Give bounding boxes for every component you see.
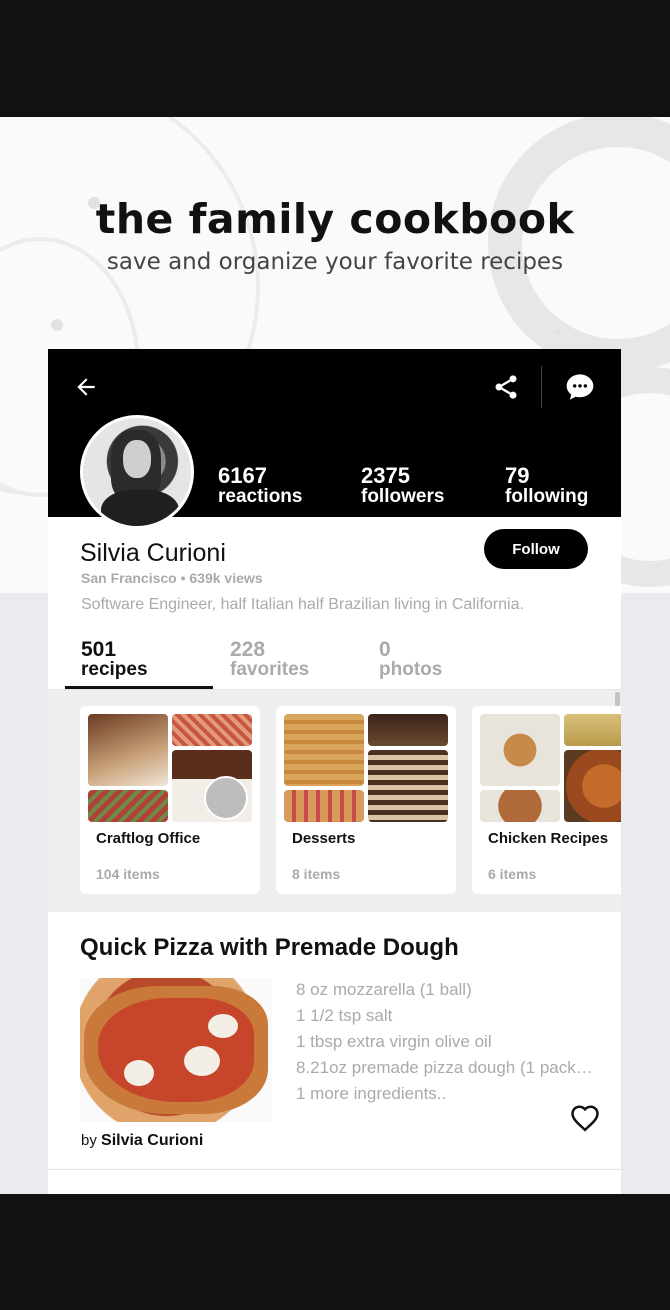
collection-title: Craftlog Office [96, 830, 201, 847]
pizza-sauce [98, 998, 254, 1102]
ingredient-line: 1 tbsp extra virgin olive oil [296, 1032, 492, 1051]
collection-title: Chicken Recipes [488, 830, 609, 847]
pizza-cheese [124, 1060, 154, 1086]
avatar-face [123, 440, 151, 478]
tab-photos[interactable]: 0 photos [363, 639, 511, 689]
back-button[interactable] [68, 369, 104, 405]
collection-card[interactable]: Desserts 8 items [276, 706, 456, 894]
collection-thumbnail [88, 714, 168, 786]
arrow-left-icon [77, 378, 95, 396]
stat-followers[interactable]: 2375 followers [361, 465, 444, 507]
collections-carousel[interactable]: Craftlog Office 104 items Desserts 8 ite… [48, 690, 621, 912]
pizza-cheese [184, 1046, 220, 1076]
heart-outline-icon [571, 1105, 599, 1132]
pizza-cheese [208, 1014, 238, 1038]
collection-card[interactable]: Chicken Recipes 6 items [472, 706, 621, 894]
ingredient-line: 1 more ingredients.. [296, 1084, 447, 1103]
ingredient-line: 1 1/2 tsp salt [296, 1006, 393, 1025]
tab-label: favorites [230, 659, 310, 680]
tab-count: 501 [81, 638, 117, 661]
profile-name: Silvia Curioni [80, 539, 226, 567]
profile-meta: San Francisco • 639k views [81, 570, 263, 586]
stat-label: followers [361, 486, 445, 507]
header-divider [541, 366, 542, 408]
tab-count: 0 [379, 638, 391, 661]
stat-label: reactions [218, 486, 303, 507]
collection-count: 8 items [292, 866, 341, 882]
follow-button[interactable]: Follow [484, 529, 588, 569]
avatar[interactable] [80, 415, 194, 529]
recipe-title[interactable]: Quick Pizza with Premade Dough [80, 934, 459, 962]
promo-subline: save and organize your favorite recipes [106, 249, 564, 275]
collection-thumbnail [284, 790, 364, 822]
app-screen: 6167 reactions 2375 followers 79 followi… [48, 349, 621, 1194]
promo-background: the family cookbook save and organize yo… [0, 117, 670, 1194]
top-letterbox [0, 0, 670, 117]
chat-bubble-icon [566, 374, 594, 400]
collection-card[interactable]: Craftlog Office 104 items [80, 706, 260, 894]
collection-thumbnail [368, 750, 448, 822]
tab-label: recipes [81, 659, 148, 680]
collection-avatar [204, 776, 248, 820]
tab-favorites[interactable]: 228 favorites [214, 639, 362, 689]
collection-thumbnail [368, 714, 448, 746]
promo-headline: the family cookbook [95, 195, 575, 243]
collection-thumbnail [480, 714, 560, 786]
collection-count: 6 items [488, 866, 537, 882]
avatar-body [101, 490, 179, 526]
tab-label: photos [379, 659, 443, 680]
collection-thumbnail [88, 790, 168, 822]
collection-thumbnail [564, 750, 621, 822]
collection-thumbnail [284, 714, 364, 786]
decorative-dot [555, 329, 561, 335]
like-button[interactable] [570, 1104, 602, 1134]
share-button[interactable] [486, 367, 526, 407]
ingredient-line: 8.21oz premade pizza dough (1 package) [296, 1058, 596, 1077]
collection-title: Desserts [292, 830, 356, 847]
stat-value: 2375 [361, 463, 410, 488]
recipe-image[interactable] [80, 978, 272, 1122]
stat-value: 6167 [218, 463, 267, 488]
share-icon [495, 375, 517, 399]
collection-thumbnail [564, 714, 621, 746]
recipe-card[interactable]: Quick Pizza with Premade Dough 8 oz mozz… [48, 912, 621, 1169]
collection-thumbnail [480, 790, 560, 822]
ingredient-line: 8 oz mozzarella (1 ball) [296, 980, 472, 999]
tab-count: 228 [230, 638, 266, 661]
stat-value: 79 [505, 463, 530, 488]
decorative-dot [51, 319, 63, 331]
profile-bio: Software Engineer, half Italian half Bra… [81, 596, 524, 613]
message-button[interactable] [560, 367, 600, 407]
collection-thumbnail [172, 714, 252, 746]
stat-following[interactable]: 79 following [505, 465, 588, 507]
stat-reactions[interactable]: 6167 reactions [218, 465, 302, 507]
stat-label: following [505, 486, 589, 507]
recipe-author[interactable]: Silvia Curioni [101, 1132, 203, 1149]
bottom-letterbox [0, 1194, 670, 1310]
collection-count: 104 items [96, 866, 160, 882]
tab-recipes[interactable]: 501 recipes [65, 639, 213, 689]
recipe-byline: by Silvia Curioni [81, 1132, 203, 1150]
byline-prefix: by [81, 1132, 97, 1149]
list-divider [48, 1169, 621, 1170]
